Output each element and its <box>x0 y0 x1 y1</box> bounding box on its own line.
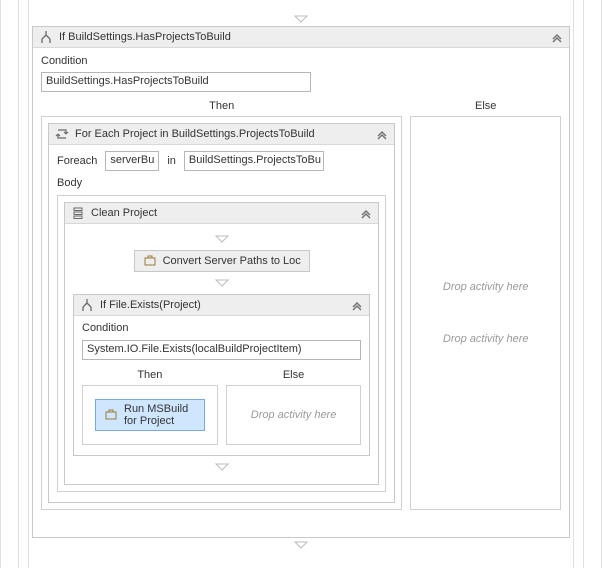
if-activity-outer[interactable]: If BuildSettings.HasProjectsToBuild Cond… <box>32 26 570 538</box>
activity-label: Run MSBuild for Project <box>124 403 196 427</box>
collapse-button[interactable] <box>376 128 388 140</box>
drop-target[interactable]: Drop activity here <box>239 398 349 432</box>
convert-paths-activity[interactable]: Convert Server Paths to Loc <box>134 250 310 272</box>
foreach-activity[interactable]: For Each Project in BuildSettings.Projec… <box>48 123 395 503</box>
collapse-button[interactable] <box>360 207 372 219</box>
foreach-collection-input[interactable]: BuildSettings.ProjectsToBu <box>184 151 324 171</box>
activity-label: Convert Server Paths to Loc <box>163 255 301 267</box>
body-label: Body <box>57 177 386 189</box>
activity-icon <box>143 254 157 268</box>
collapse-button[interactable] <box>551 31 563 43</box>
else-label: Else <box>226 366 362 385</box>
condition-label: Condition <box>82 322 361 334</box>
foreach-icon <box>55 127 69 141</box>
drop-insertion-point[interactable] <box>213 460 231 474</box>
sequence-clean-project[interactable]: Clean Project <box>64 202 379 485</box>
drop-insertion-point[interactable] <box>213 232 231 246</box>
collapse-button[interactable] <box>351 299 363 311</box>
activity-title: Clean Project <box>91 207 157 219</box>
drop-insertion-point[interactable] <box>32 12 570 26</box>
then-label: Then <box>41 97 402 116</box>
drop-insertion-point[interactable] <box>213 276 231 290</box>
foreach-variable-input[interactable]: serverBu <box>105 151 159 171</box>
if-icon <box>80 298 94 312</box>
activity-icon <box>104 408 118 422</box>
activity-title: If File.Exists(Project) <box>100 299 201 311</box>
else-label: Else <box>410 97 561 116</box>
activity-title: For Each Project in BuildSettings.Projec… <box>75 128 315 140</box>
if-activity-inner[interactable]: If File.Exists(Project) <box>73 294 370 456</box>
condition-label: Condition <box>41 55 561 67</box>
condition-input[interactable]: System.IO.File.Exists(localBuildProjectI… <box>82 340 361 360</box>
if-icon <box>39 30 53 44</box>
drop-insertion-point[interactable] <box>32 538 570 552</box>
then-label: Then <box>82 366 218 385</box>
foreach-label: Foreach <box>57 155 97 167</box>
sequence-icon <box>71 206 85 220</box>
run-msbuild-activity[interactable]: Run MSBuild for Project <box>95 399 205 431</box>
condition-input[interactable]: BuildSettings.HasProjectsToBuild <box>41 72 311 92</box>
drop-target[interactable]: Drop activity here <box>419 333 552 345</box>
drop-target[interactable]: Drop activity here <box>419 281 552 293</box>
in-label: in <box>167 155 176 167</box>
activity-title: If BuildSettings.HasProjectsToBuild <box>59 31 231 43</box>
